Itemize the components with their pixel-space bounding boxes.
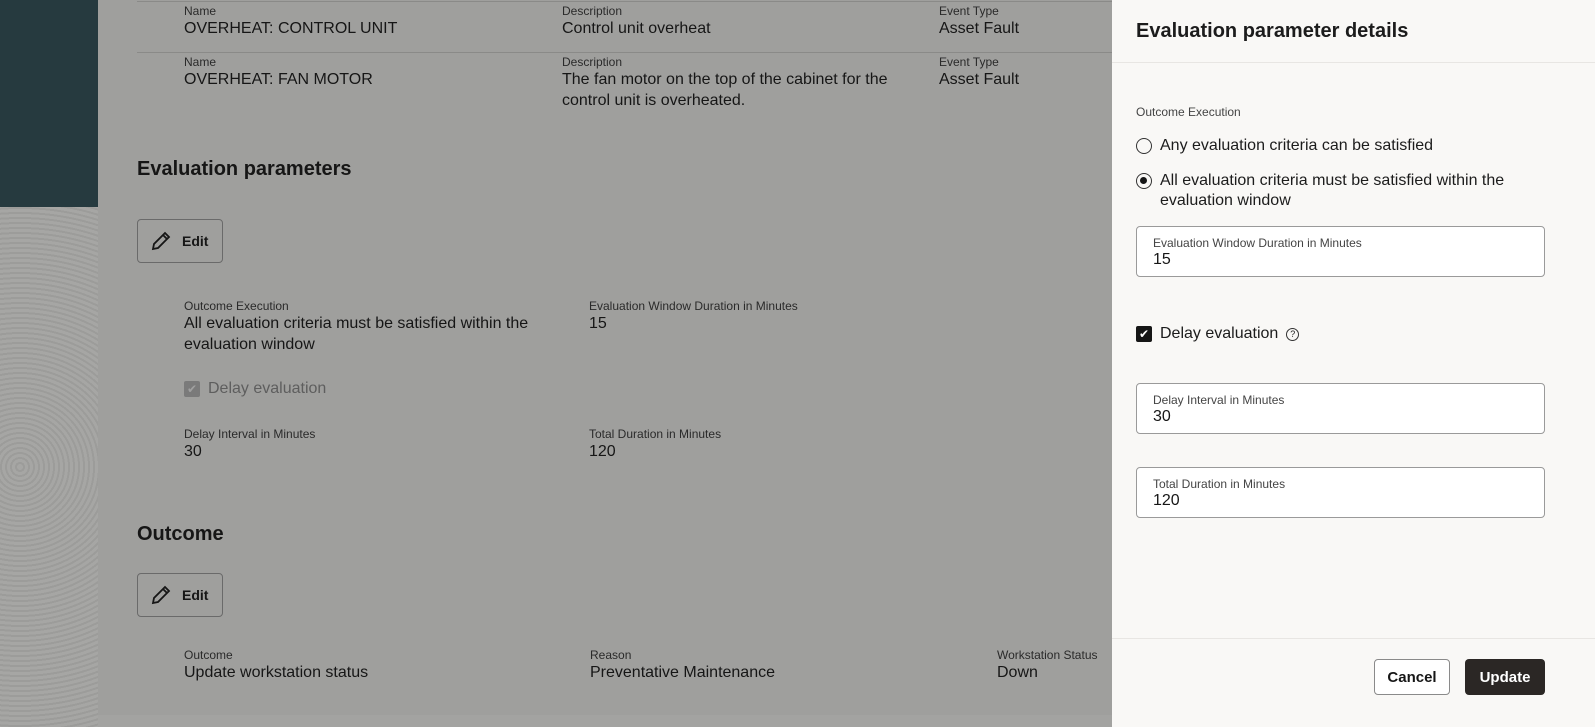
field-value[interactable]: 120 [1153,492,1528,510]
divider [137,1,1112,2]
outcome-label: Outcome [184,648,233,662]
event-name: OVERHEAT: FAN MOTOR [184,71,373,88]
total-duration-label: Total Duration in Minutes [589,427,722,441]
total-duration-field[interactable]: Total Duration in Minutes 120 [1136,467,1545,518]
background-pattern [0,207,98,727]
delay-evaluation-readonly: ✔ Delay evaluation [184,380,326,398]
radio-selected-icon [1136,173,1152,189]
edit-evaluation-button[interactable]: Edit [137,219,223,263]
delay-interval-label: Delay Interval in Minutes [184,427,316,441]
description-label: Description [562,55,623,69]
evaluation-parameters-heading: Evaluation parameters [137,158,352,180]
divider [1112,62,1595,63]
divider [1112,638,1595,639]
field-value[interactable]: 30 [1153,408,1528,426]
checkbox-checked-icon: ✔ [1136,326,1152,342]
workstation-status-label: Workstation Status [997,648,1098,662]
update-button[interactable]: Update [1465,659,1545,695]
edit-label: Edit [182,233,209,249]
delay-evaluation-checkbox[interactable]: ✔ Delay evaluation ? [1136,325,1300,343]
reason-value: Preventative Maintenance [590,664,775,681]
total-duration-value: 120 [589,443,616,460]
delay-interval-field[interactable]: Delay Interval in Minutes 30 [1136,383,1545,434]
drawer-title: Evaluation parameter details [1136,20,1409,42]
event-type: Asset Fault [939,71,1020,88]
name-label: Name [184,55,217,69]
main-content: Name OVERHEAT: CONTROL UNIT Description … [98,0,1112,715]
event-description: Control unit overheat [562,20,711,37]
workstation-status-value: Down [997,664,1038,681]
pencil-icon [151,231,171,251]
event-row: Name OVERHEAT: CONTROL UNIT [184,4,397,39]
edit-label: Edit [182,587,209,603]
field-label: Evaluation Window Duration in Minutes [1153,236,1362,250]
radio-label: All evaluation criteria must be satisfie… [1160,172,1505,209]
event-type-label: Event Type [939,55,999,69]
description-label: Description [562,4,623,18]
help-icon[interactable]: ? [1286,327,1300,341]
radio-any-criteria[interactable]: Any evaluation criteria can be satisfied [1136,136,1433,156]
delay-interval-value: 30 [184,443,202,460]
field-label: Delay Interval in Minutes [1153,393,1285,407]
event-name: OVERHEAT: CONTROL UNIT [184,20,398,37]
evaluation-parameter-drawer: Evaluation parameter details Outcome Exe… [1112,0,1595,727]
app-sidebar-background [0,0,98,207]
delay-evaluation-label: Delay evaluation [1160,325,1279,342]
event-type-label: Event Type [939,4,999,18]
delay-evaluation-label: Delay evaluation [208,380,327,397]
event-row: Name OVERHEAT: FAN MOTOR [184,55,373,90]
reason-label: Reason [590,648,632,662]
outcome-heading: Outcome [137,523,224,545]
name-label: Name [184,4,217,18]
evaluation-window-field[interactable]: Evaluation Window Duration in Minutes 15 [1136,226,1545,277]
radio-label: Any evaluation criteria can be satisfied [1160,137,1434,154]
window-duration-value: 15 [589,315,607,332]
cancel-button[interactable]: Cancel [1374,659,1450,695]
checkbox-checked-icon: ✔ [184,381,200,397]
outcome-execution-value: All evaluation criteria must be satisfie… [184,315,529,353]
pencil-icon [151,585,171,605]
event-description: The fan motor on the top of the cabinet … [562,71,888,109]
event-type: Asset Fault [939,20,1020,37]
field-label: Total Duration in Minutes [1153,477,1286,491]
outcome-execution-label: Outcome Execution [184,299,289,313]
outcome-value: Update workstation status [184,664,369,681]
window-duration-label: Evaluation Window Duration in Minutes [589,299,798,313]
edit-outcome-button[interactable]: Edit [137,573,223,617]
radio-unselected-icon [1136,138,1152,154]
divider [137,52,1112,53]
outcome-execution-label: Outcome Execution [1136,105,1241,119]
field-value[interactable]: 15 [1153,251,1528,269]
radio-all-criteria[interactable]: All evaluation criteria must be satisfie… [1136,171,1536,211]
